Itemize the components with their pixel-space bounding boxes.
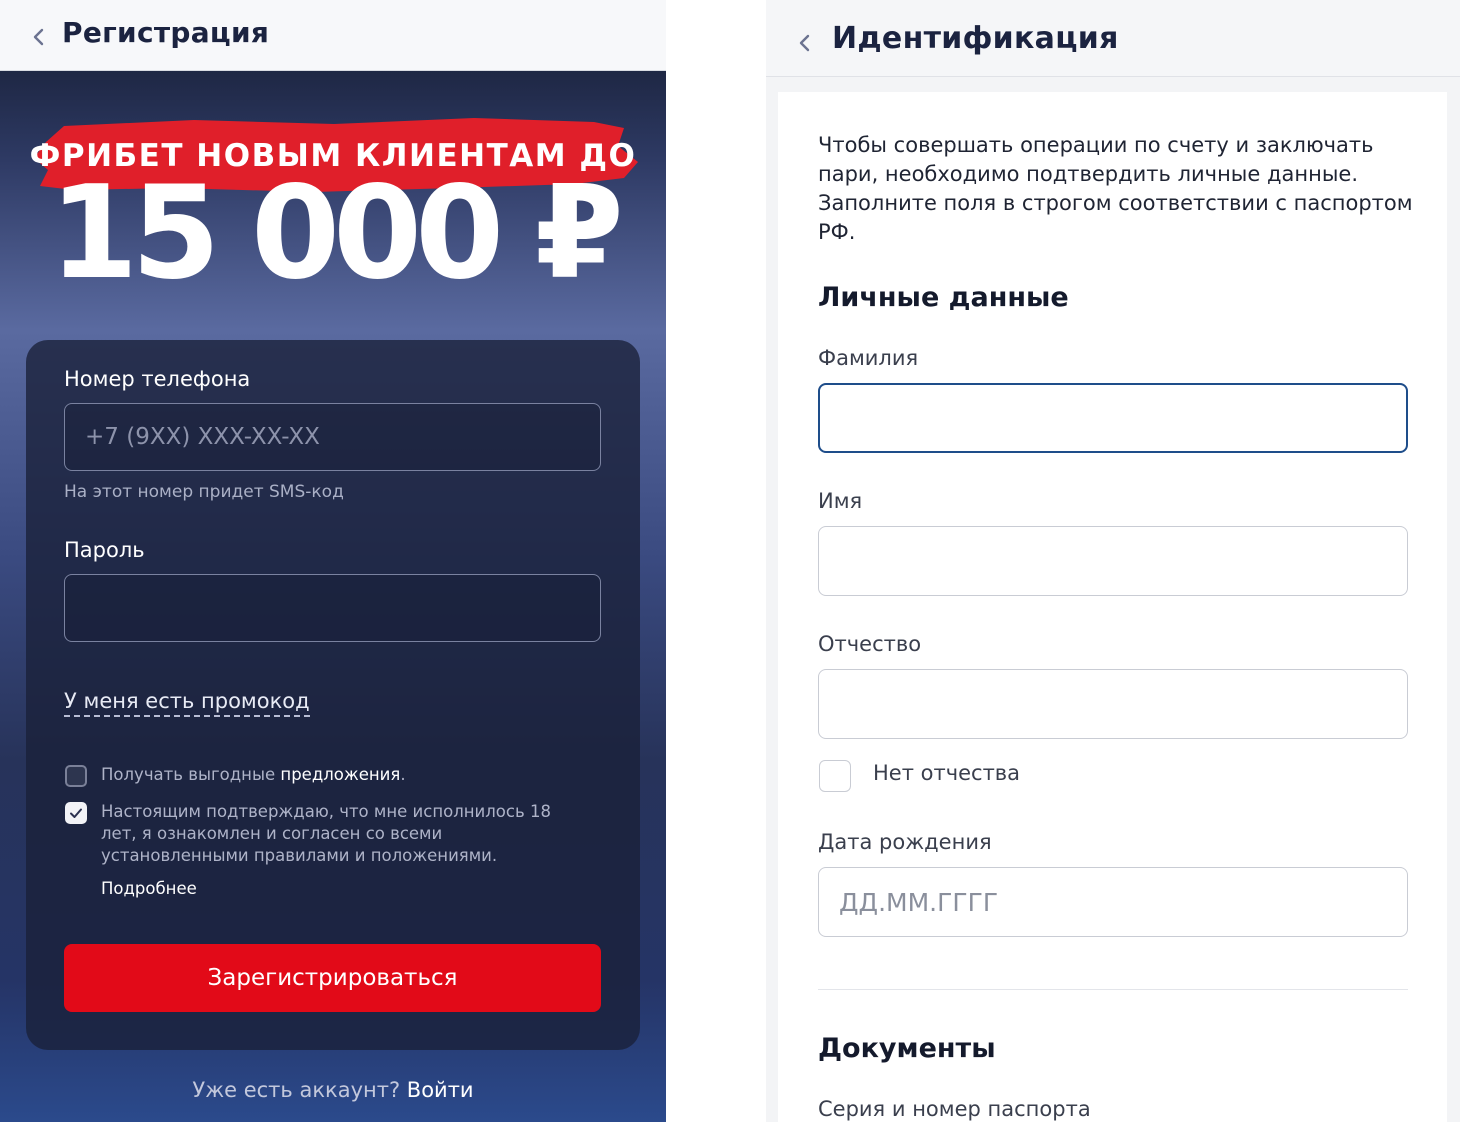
login-link[interactable]: Войти [407,1078,474,1102]
identification-screen: Идентификация Чтобы совершать операции п… [766,0,1460,1122]
register-button[interactable]: Зарегистрироваться [64,944,601,1012]
patronymic-input[interactable] [819,670,1407,738]
consent-text: Настоящим подтверждаю, что мне исполнило… [101,802,551,865]
phone-field[interactable] [64,403,601,471]
registration-header: Регистрация [0,0,666,71]
no-patronymic-label: Нет отчества [873,761,1021,785]
name-field[interactable] [818,526,1408,596]
page-title: Идентификация [832,21,1119,56]
offers-link[interactable]: предложения [280,765,400,784]
surname-input[interactable] [820,385,1406,451]
offers-text: Получать выгодные предложения. [101,764,406,786]
no-patronymic-checkbox[interactable] [819,760,851,792]
password-field[interactable] [64,574,601,642]
surname-label: Фамилия [818,346,919,370]
section-divider [818,989,1408,990]
identification-header: Идентификация [766,0,1460,77]
passport-label: Серия и номер паспорта [818,1097,1091,1121]
page-title: Регистрация [62,16,270,49]
password-input[interactable] [65,575,600,641]
login-prompt: Уже есть аккаунт? Войти [0,1078,666,1102]
consent-checkbox[interactable] [65,802,87,824]
documents-heading: Документы [818,1033,996,1064]
phone-label: Номер телефона [64,367,251,391]
checkmark-icon [70,808,82,818]
chevron-left-icon[interactable] [796,34,814,52]
surname-field[interactable] [818,383,1408,453]
birthdate-input[interactable] [819,868,1407,936]
login-question: Уже есть аккаунт? [192,1078,401,1102]
registration-screen: Регистрация ФРИБЕТ НОВЫМ КЛИЕНТАМ ДО 15 … [0,0,666,1122]
intro-text: Чтобы совершать операции по счету и закл… [818,133,1413,244]
more-link[interactable]: Подробнее [101,879,197,898]
personal-data-heading: Личные данные [818,282,1069,313]
phone-hint: На этот номер придет SMS-код [64,482,344,502]
phone-input[interactable] [65,404,600,470]
promo-amount: 15 000 ₽ [49,159,624,308]
offers-period: . [400,765,406,784]
name-label: Имя [818,489,863,513]
birthdate-field[interactable] [818,867,1408,937]
chevron-left-icon[interactable] [30,28,48,46]
patronymic-field[interactable] [818,669,1408,739]
name-input[interactable] [819,527,1407,595]
patronymic-label: Отчество [818,632,922,656]
password-label: Пароль [64,538,145,562]
offers-text-label: Получать выгодные [101,765,276,784]
offers-checkbox[interactable] [65,765,87,787]
promo-code-link[interactable]: У меня есть промокод [64,689,310,717]
birthdate-label: Дата рождения [818,830,992,854]
